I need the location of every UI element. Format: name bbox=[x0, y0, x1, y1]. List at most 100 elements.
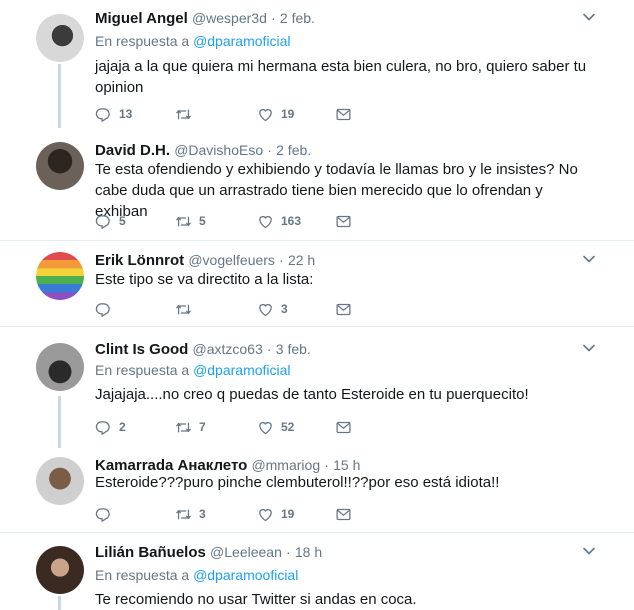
tweet-actions: 3 bbox=[95, 299, 375, 319]
retweet-icon bbox=[175, 106, 192, 123]
like-count: 19 bbox=[281, 507, 295, 521]
direct-message-button[interactable] bbox=[335, 299, 352, 319]
separator-dot: · bbox=[271, 10, 276, 26]
tweet-text: Jajajaja....no creo q puedas de tanto Es… bbox=[95, 386, 529, 403]
reply-icon bbox=[95, 419, 112, 436]
retweet-icon bbox=[175, 213, 192, 230]
like-count: 3 bbox=[281, 302, 288, 316]
reply-to-link[interactable]: @dparamoficial bbox=[193, 33, 290, 49]
like-button[interactable]: 3 bbox=[257, 299, 288, 319]
avatar[interactable] bbox=[36, 142, 84, 190]
envelope-icon bbox=[335, 213, 352, 230]
separator-dot: · bbox=[279, 252, 284, 268]
like-count: 163 bbox=[281, 214, 302, 228]
user-handle[interactable]: @Leeleean bbox=[210, 544, 282, 560]
display-name[interactable]: Lilián Bañuelos bbox=[95, 544, 206, 561]
tweet-header: Miguel Angel @wesper3d · 2 feb. bbox=[95, 8, 315, 29]
display-name[interactable]: David D.H. bbox=[95, 142, 170, 159]
user-handle[interactable]: @vogelfeuers bbox=[188, 252, 275, 268]
heart-icon bbox=[257, 106, 274, 123]
chevron-down-icon[interactable] bbox=[582, 544, 596, 558]
like-button[interactable]: 19 bbox=[257, 104, 294, 124]
avatar[interactable] bbox=[36, 343, 84, 391]
user-handle[interactable]: @DavishoEso bbox=[174, 142, 263, 158]
chevron-down-icon[interactable] bbox=[582, 10, 596, 24]
retweet-button[interactable]: 3 bbox=[175, 504, 206, 524]
chevron-down-icon[interactable] bbox=[582, 252, 596, 266]
avatar[interactable] bbox=[36, 252, 84, 300]
direct-message-button[interactable] bbox=[335, 211, 352, 231]
reply-button[interactable]: 2 bbox=[95, 417, 126, 437]
direct-message-button[interactable] bbox=[335, 417, 352, 437]
retweet-count: 3 bbox=[199, 507, 206, 521]
user-handle[interactable]: @wesper3d bbox=[192, 10, 267, 26]
direct-message-button[interactable] bbox=[335, 504, 352, 524]
envelope-icon bbox=[335, 419, 352, 436]
reply-button[interactable]: 13 bbox=[95, 104, 132, 124]
like-button[interactable]: 52 bbox=[257, 417, 294, 437]
reply-button[interactable] bbox=[95, 504, 119, 524]
timestamp[interactable]: 18 h bbox=[295, 544, 322, 560]
reply-to-link[interactable]: @dparamoficial bbox=[193, 362, 290, 378]
reply-icon bbox=[95, 506, 112, 523]
thread-line bbox=[58, 596, 61, 610]
user-handle[interactable]: @axtzco63 bbox=[193, 341, 263, 357]
display-name[interactable]: Clint Is Good bbox=[95, 341, 188, 358]
display-name[interactable]: Miguel Angel bbox=[95, 10, 188, 27]
timestamp[interactable]: 2 feb. bbox=[280, 10, 315, 26]
timestamp[interactable]: 2 feb. bbox=[276, 142, 311, 158]
avatar[interactable] bbox=[36, 14, 84, 62]
tweet-actions: 3 19 bbox=[95, 504, 375, 524]
reply-context: En respuesta a @dparamooficial bbox=[95, 565, 298, 585]
tweet-text: Este tipo se va directito a la lista: bbox=[95, 271, 314, 288]
heart-icon bbox=[257, 506, 274, 523]
retweet-button[interactable] bbox=[175, 104, 199, 124]
reply-count: 2 bbox=[119, 420, 126, 434]
separator-dot: · bbox=[266, 341, 272, 357]
tweet-header: Clint Is Good @axtzco63 · 3 feb. bbox=[95, 339, 311, 360]
retweet-button[interactable]: 7 bbox=[175, 417, 206, 437]
tweet-divider bbox=[0, 532, 634, 533]
tweet-divider bbox=[0, 240, 634, 241]
like-count: 52 bbox=[281, 420, 295, 434]
display-name[interactable]: Erik Lönnrot bbox=[95, 252, 184, 269]
retweet-button[interactable]: 5 bbox=[175, 211, 206, 231]
timestamp[interactable]: 15 h bbox=[333, 457, 360, 473]
reply-button[interactable]: 5 bbox=[95, 211, 126, 231]
retweet-icon bbox=[175, 301, 192, 318]
reply-icon bbox=[95, 213, 112, 230]
like-button[interactable]: 163 bbox=[257, 211, 301, 231]
retweet-icon bbox=[175, 419, 192, 436]
timestamp[interactable]: 22 h bbox=[288, 252, 315, 268]
reply-prefix: En respuesta a bbox=[95, 567, 190, 583]
retweet-button[interactable] bbox=[175, 299, 199, 319]
tweet-actions: 13 19 bbox=[95, 104, 375, 124]
user-handle[interactable]: @mmariog bbox=[251, 457, 320, 473]
reply-icon bbox=[95, 106, 112, 123]
tweet-actions: 5 5 163 bbox=[95, 211, 375, 231]
reply-prefix: En respuesta a bbox=[95, 362, 190, 378]
reply-icon bbox=[95, 301, 112, 318]
tweet-header: Lilián Bañuelos @Leeleean · 18 h bbox=[95, 542, 322, 563]
timestamp[interactable]: 3 feb. bbox=[276, 341, 311, 357]
avatar[interactable] bbox=[36, 546, 84, 594]
chevron-down-icon[interactable] bbox=[582, 341, 596, 355]
tweet-divider bbox=[0, 326, 634, 327]
thread-line bbox=[58, 396, 61, 448]
reply-count: 13 bbox=[119, 107, 133, 121]
tweet-text: Te recomiendo no usar Twitter si andas e… bbox=[95, 591, 417, 608]
reply-count: 5 bbox=[119, 214, 126, 228]
reply-button[interactable] bbox=[95, 299, 119, 319]
tweet-text: Esteroide???puro pinche clembuterol!!??p… bbox=[95, 474, 500, 491]
like-button[interactable]: 19 bbox=[257, 504, 294, 524]
envelope-icon bbox=[335, 106, 352, 123]
direct-message-button[interactable] bbox=[335, 104, 352, 124]
reply-to-link[interactable]: @dparamooficial bbox=[193, 567, 298, 583]
tweet-actions: 2 7 52 bbox=[95, 417, 375, 437]
reply-context: En respuesta a @dparamoficial bbox=[95, 360, 291, 380]
heart-icon bbox=[257, 301, 274, 318]
retweet-count: 5 bbox=[199, 214, 206, 228]
separator-dot: · bbox=[324, 457, 329, 473]
like-count: 19 bbox=[281, 107, 295, 121]
avatar[interactable] bbox=[36, 457, 84, 505]
